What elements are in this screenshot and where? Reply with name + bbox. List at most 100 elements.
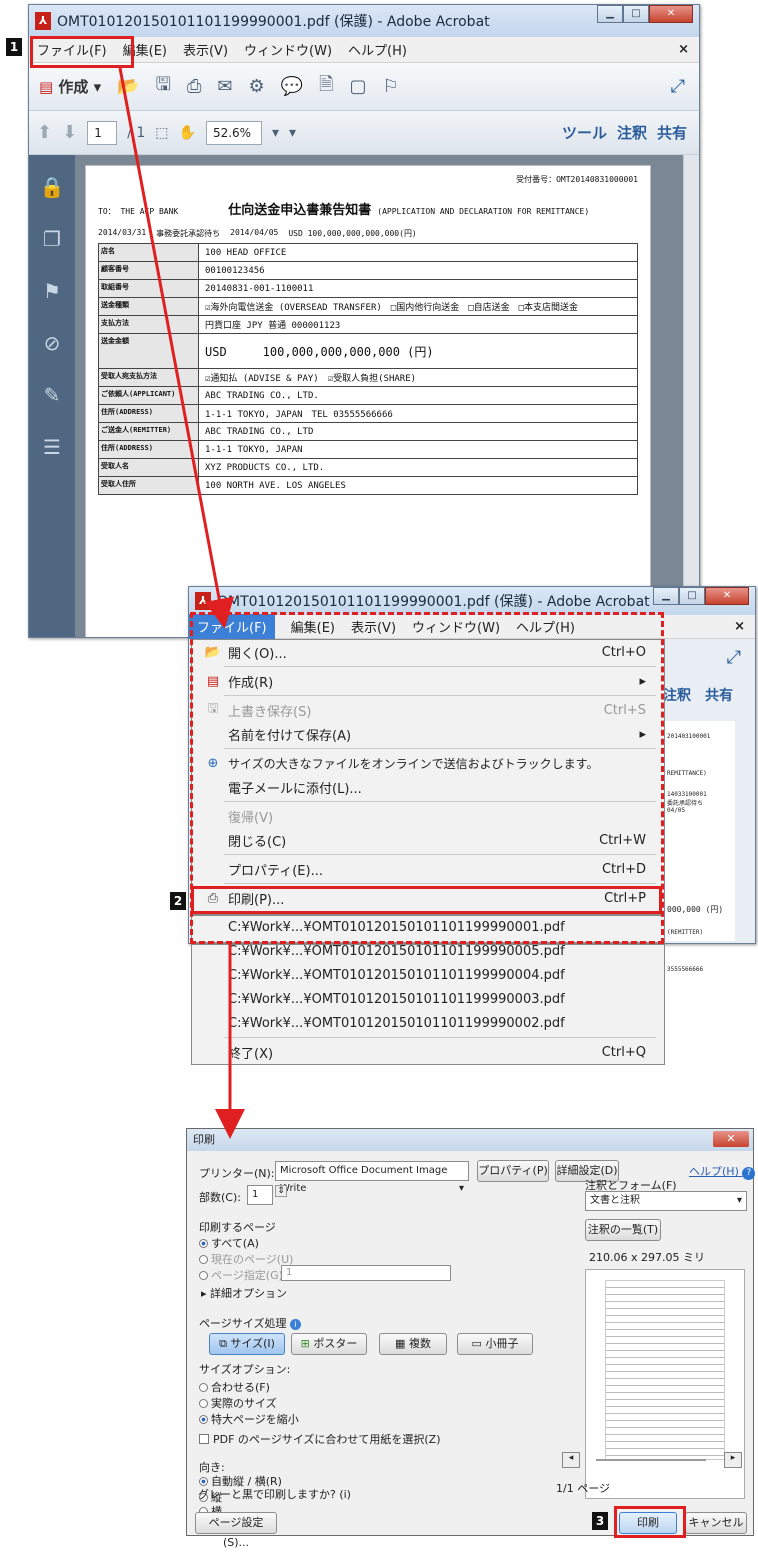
menu-item-send-large[interactable]: ⊕ サイズの大きなファイルをオンラインで送信およびトラックします。 bbox=[192, 751, 664, 775]
scrollbar[interactable] bbox=[683, 155, 699, 637]
print-button[interactable]: 印刷 bbox=[619, 1512, 677, 1534]
minimize-button-2[interactable]: ▁ bbox=[653, 587, 679, 605]
radio-page-range[interactable]: ページ指定(G) bbox=[199, 1267, 283, 1283]
close-doc-icon[interactable]: × bbox=[678, 42, 689, 57]
lock-icon[interactable]: 🔒 bbox=[40, 175, 65, 199]
summarize-comments-button[interactable]: 注釈の一覧(T) bbox=[585, 1219, 661, 1241]
zoom-dropdown-icon[interactable]: ▾ bbox=[272, 125, 279, 141]
menu-help-2[interactable]: ヘルプ(H) bbox=[516, 617, 575, 636]
expand-icon-2[interactable]: ⤢ bbox=[659, 639, 755, 675]
menu-item-save-as[interactable]: 名前を付けて保存(A) ▸ bbox=[192, 722, 664, 746]
comment-pane-button-2[interactable]: 注釈 bbox=[663, 685, 691, 705]
menu-item-close[interactable]: 閉じる(C) Ctrl+W bbox=[192, 828, 664, 852]
background-window-right: ⤢ 注釈 共有 201403100001 REMITTANCE) 140331000… bbox=[659, 639, 755, 973]
menu-item-exit[interactable]: 終了(X) Ctrl+Q bbox=[192, 1040, 664, 1064]
menu-item-open[interactable]: 📂 開く(O)... Ctrl+O bbox=[192, 640, 664, 664]
comment-pane-button[interactable]: 注釈 bbox=[617, 122, 647, 143]
menu-item-print[interactable]: ⎙ 印刷(P)... Ctrl+P bbox=[192, 886, 664, 910]
layers-icon[interactable]: ☰ bbox=[43, 435, 61, 459]
menu-view-2[interactable]: 表示(V) bbox=[351, 617, 396, 636]
form-row: ご依頼人(APPLICANT) ABC TRADING CO., LTD. bbox=[99, 387, 637, 405]
select-tool-icon[interactable]: ⬚ bbox=[155, 125, 168, 141]
size-button[interactable]: ⧉ サイズ(I) bbox=[209, 1333, 285, 1355]
radio-shrink[interactable]: 特大ページを縮小 bbox=[199, 1411, 299, 1427]
form-row-value: 100 NORTH AVE. LOS ANGELES bbox=[205, 480, 346, 491]
preview-prev-button[interactable]: ◂ bbox=[562, 1452, 580, 1468]
close-doc-icon-2[interactable]: × bbox=[734, 619, 745, 634]
copies-input[interactable]: 1 bbox=[247, 1185, 273, 1205]
booklet-button[interactable]: ▭ 小冊子 bbox=[457, 1333, 533, 1355]
menu-separator bbox=[224, 854, 656, 855]
close-button-2[interactable]: ✕ bbox=[705, 587, 749, 605]
bookmark-icon[interactable]: ⚐ bbox=[383, 76, 399, 97]
properties-button[interactable]: プロパティ(P) bbox=[477, 1160, 549, 1182]
pages-icon[interactable]: ▢ bbox=[350, 76, 367, 97]
comment-icon[interactable]: 💬 bbox=[281, 76, 303, 97]
settings-icon[interactable]: ⚙ bbox=[248, 76, 264, 97]
zoom-input[interactable]: 52.6% bbox=[205, 120, 262, 145]
bookmarks-icon[interactable]: ⚑ bbox=[43, 279, 61, 303]
page-range-input[interactable]: 1 bbox=[281, 1265, 451, 1281]
menu-item-email[interactable]: 電子メールに添付(L)... bbox=[192, 775, 664, 799]
form-row: 顧客番号 00100123456 bbox=[99, 262, 637, 280]
prev-page-icon[interactable]: ⬆ bbox=[37, 122, 52, 143]
comments-forms-select[interactable]: 文書と注釈 ▾ bbox=[585, 1191, 747, 1211]
page-thumbnails-icon[interactable]: ❐ bbox=[43, 227, 61, 251]
preview-slider[interactable] bbox=[596, 1459, 706, 1461]
page-setup-button[interactable]: ページ設定(S)... bbox=[195, 1512, 277, 1549]
more-options-toggle[interactable]: ▸ 詳細オプション bbox=[201, 1285, 287, 1301]
radio-current-page[interactable]: 現在のページ(U) bbox=[199, 1251, 293, 1267]
email-icon[interactable]: ✉ bbox=[217, 76, 232, 97]
poster-button[interactable]: ⊞ ポスター bbox=[291, 1333, 367, 1355]
menu-edit-2[interactable]: 編集(E) bbox=[291, 617, 335, 636]
printer-select[interactable]: Microsoft Office Document Image Write ▾ bbox=[275, 1161, 469, 1194]
menu-item-recent-file[interactable]: C:¥Work¥...¥OMT0101201501011011999900​04… bbox=[192, 963, 664, 987]
menu-file[interactable]: ファイル(F) bbox=[37, 40, 107, 59]
next-page-icon[interactable]: ⬇ bbox=[62, 122, 77, 143]
print-icon[interactable]: ⎙ bbox=[187, 76, 201, 97]
help-link[interactable]: ヘルプ(H) ? bbox=[689, 1163, 756, 1180]
page-number-input[interactable]: 1 bbox=[87, 120, 118, 145]
sign-icon[interactable]: 🗎 bbox=[319, 72, 333, 102]
hand-tool-icon[interactable]: ✋ bbox=[179, 125, 196, 141]
share-pane-button[interactable]: 共有 bbox=[657, 122, 687, 143]
cancel-button[interactable]: キャンセル bbox=[685, 1512, 747, 1534]
expand-icon[interactable]: ⤢ bbox=[671, 76, 685, 97]
close-button[interactable]: ✕ bbox=[649, 5, 693, 23]
multiple-button[interactable]: ▦ 複数 bbox=[379, 1333, 447, 1355]
signatures-icon[interactable]: ✎ bbox=[44, 383, 61, 407]
menu-item-recent-file[interactable]: C:¥Work¥...¥OMT0101201501011011999900​03… bbox=[192, 987, 664, 1011]
menu-item-save[interactable]: 🖫 上書き保存(S) Ctrl+S bbox=[192, 698, 664, 722]
grayscale-text: グレーと黒で印刷しますか? (i) bbox=[198, 1488, 351, 1501]
menu-bar: ファイル(F) 編集(E) 表示(V) ウィンドウ(W) ヘルプ(H) × bbox=[29, 37, 699, 63]
radio-actual-size[interactable]: 実際のサイズ bbox=[199, 1395, 277, 1411]
form-row: 住所(ADDRESS) 1-1-1 TOKYO, JAPAN bbox=[99, 441, 637, 459]
maximize-button-2[interactable]: □ bbox=[679, 587, 705, 605]
menu-edit[interactable]: 編集(E) bbox=[123, 40, 167, 59]
maximize-button[interactable]: □ bbox=[623, 5, 649, 23]
save-icon[interactable]: 🖫 bbox=[156, 72, 171, 102]
preview-next-button[interactable]: ▸ bbox=[724, 1452, 742, 1468]
copies-spinner-icon[interactable]: ⇕ bbox=[275, 1185, 287, 1197]
navigation-pane: 🔒 ❐ ⚑ ⊘ ✎ ☰ bbox=[29, 155, 75, 637]
menu-item-properties[interactable]: プロパティ(E)... Ctrl+D bbox=[192, 857, 664, 881]
menu-help[interactable]: ヘルプ(H) bbox=[348, 40, 407, 59]
menu-window[interactable]: ウィンドウ(W) bbox=[244, 40, 332, 59]
minimize-button[interactable]: ▁ bbox=[597, 5, 623, 23]
open-icon[interactable]: 📂 bbox=[117, 76, 139, 97]
menu-view[interactable]: 表示(V) bbox=[183, 40, 228, 59]
radio-fit[interactable]: 合わせる(F) bbox=[199, 1379, 270, 1395]
menu-window-2[interactable]: ウィンドウ(W) bbox=[412, 617, 500, 636]
more-icon[interactable]: ▾ bbox=[289, 125, 296, 141]
menu-file-2[interactable]: ファイル(F) bbox=[189, 614, 275, 639]
print-dialog-close-button[interactable]: ✕ bbox=[713, 1131, 749, 1147]
tools-pane-button[interactable]: ツール bbox=[562, 122, 607, 143]
create-button[interactable]: ▤ 作成 ▾ bbox=[39, 76, 101, 97]
menu-item-recent-file[interactable]: C:¥Work¥...¥OMT0101201501011011999900​02… bbox=[192, 1011, 664, 1035]
pdf-page-size-checkbox[interactable]: PDF のページサイズに合わせて用紙を選択(Z) bbox=[199, 1431, 441, 1447]
radio-all[interactable]: すべて(A) bbox=[199, 1235, 259, 1251]
share-pane-button-2[interactable]: 共有 bbox=[705, 685, 733, 705]
menu-item-create[interactable]: ▤ 作成(R) ▸ bbox=[192, 669, 664, 693]
menu-item-revert[interactable]: 復帰(V) bbox=[192, 804, 664, 828]
attachments-icon[interactable]: ⊘ bbox=[44, 331, 61, 355]
